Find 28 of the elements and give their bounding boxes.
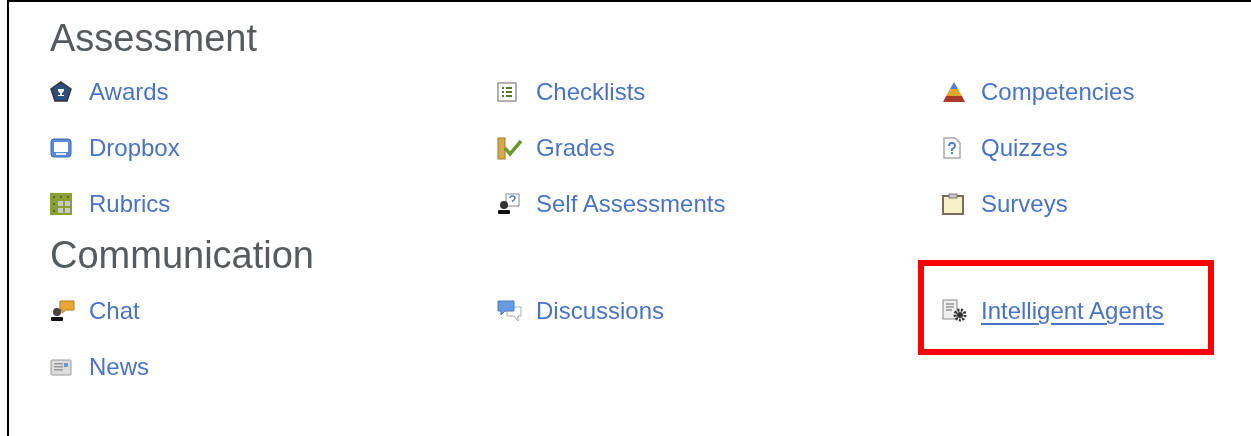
tool-link[interactable]: Checklists <box>536 78 646 106</box>
tool-link[interactable]: Dropbox <box>89 134 180 162</box>
tool-link[interactable]: Self Assessments <box>536 190 726 218</box>
tool-link[interactable]: Competencies <box>981 78 1135 106</box>
tool-link[interactable]: Discussions <box>536 297 665 325</box>
tool-link[interactable]: Grades <box>536 134 615 162</box>
tool-link[interactable]: News <box>89 353 149 381</box>
tool-link[interactable]: Rubrics <box>89 190 171 218</box>
ruler-check-icon <box>497 136 523 160</box>
monitor-icon <box>50 137 72 159</box>
person-question-icon <box>497 193 521 215</box>
tool-link[interactable]: Awards <box>89 78 169 106</box>
quiz-document-icon <box>942 137 962 159</box>
tool-link[interactable]: Surveys <box>981 190 1068 218</box>
section-heading: Communication <box>50 233 315 277</box>
grid-icon <box>50 193 72 215</box>
tool-link[interactable]: Chat <box>89 297 140 325</box>
award-icon <box>50 81 72 103</box>
checklist-icon <box>497 82 517 102</box>
person-speech-icon <box>50 300 76 322</box>
tool-link[interactable]: Intelligent Agents <box>981 297 1164 325</box>
pyramid-icon <box>942 81 966 103</box>
tool-link[interactable]: Quizzes <box>981 134 1068 162</box>
document-gear-icon <box>942 299 968 323</box>
clipboard-icon <box>942 193 964 215</box>
newspaper-icon <box>50 357 72 377</box>
speech-bubbles-icon <box>497 299 523 323</box>
section-heading: Assessment <box>50 16 258 60</box>
